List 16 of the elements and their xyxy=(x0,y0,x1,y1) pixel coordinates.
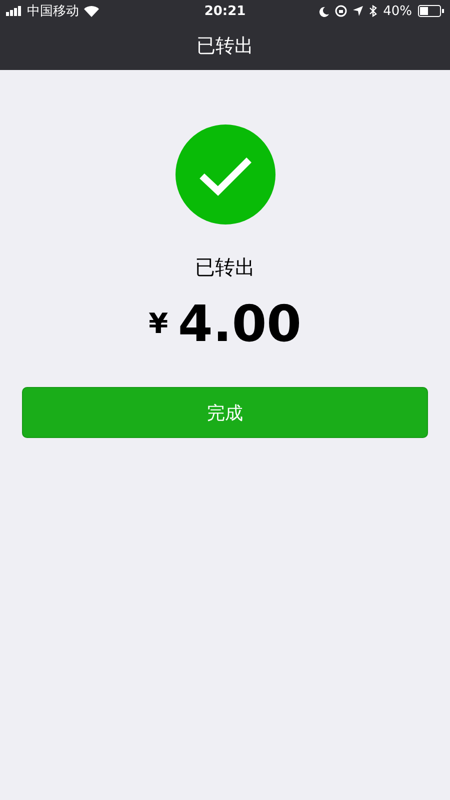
rotation-lock-icon xyxy=(335,5,348,17)
done-button[interactable]: 完成 xyxy=(22,387,428,438)
signal-icon xyxy=(6,6,22,16)
page-title: 已转出 xyxy=(196,34,254,59)
amount-value: 4.00 xyxy=(178,299,302,349)
success-check-icon xyxy=(174,124,276,225)
battery-icon xyxy=(418,5,444,17)
moon-icon xyxy=(319,6,330,16)
location-icon xyxy=(353,6,364,16)
wifi-icon xyxy=(84,6,99,16)
result-message: 已转出 xyxy=(195,254,255,281)
clock-time: 20:21 xyxy=(204,4,246,18)
bluetooth-icon xyxy=(369,5,378,17)
battery-percent: 40% xyxy=(383,4,412,18)
currency-symbol: ¥ xyxy=(148,307,168,340)
carrier-name: 中国移动 xyxy=(27,3,79,20)
